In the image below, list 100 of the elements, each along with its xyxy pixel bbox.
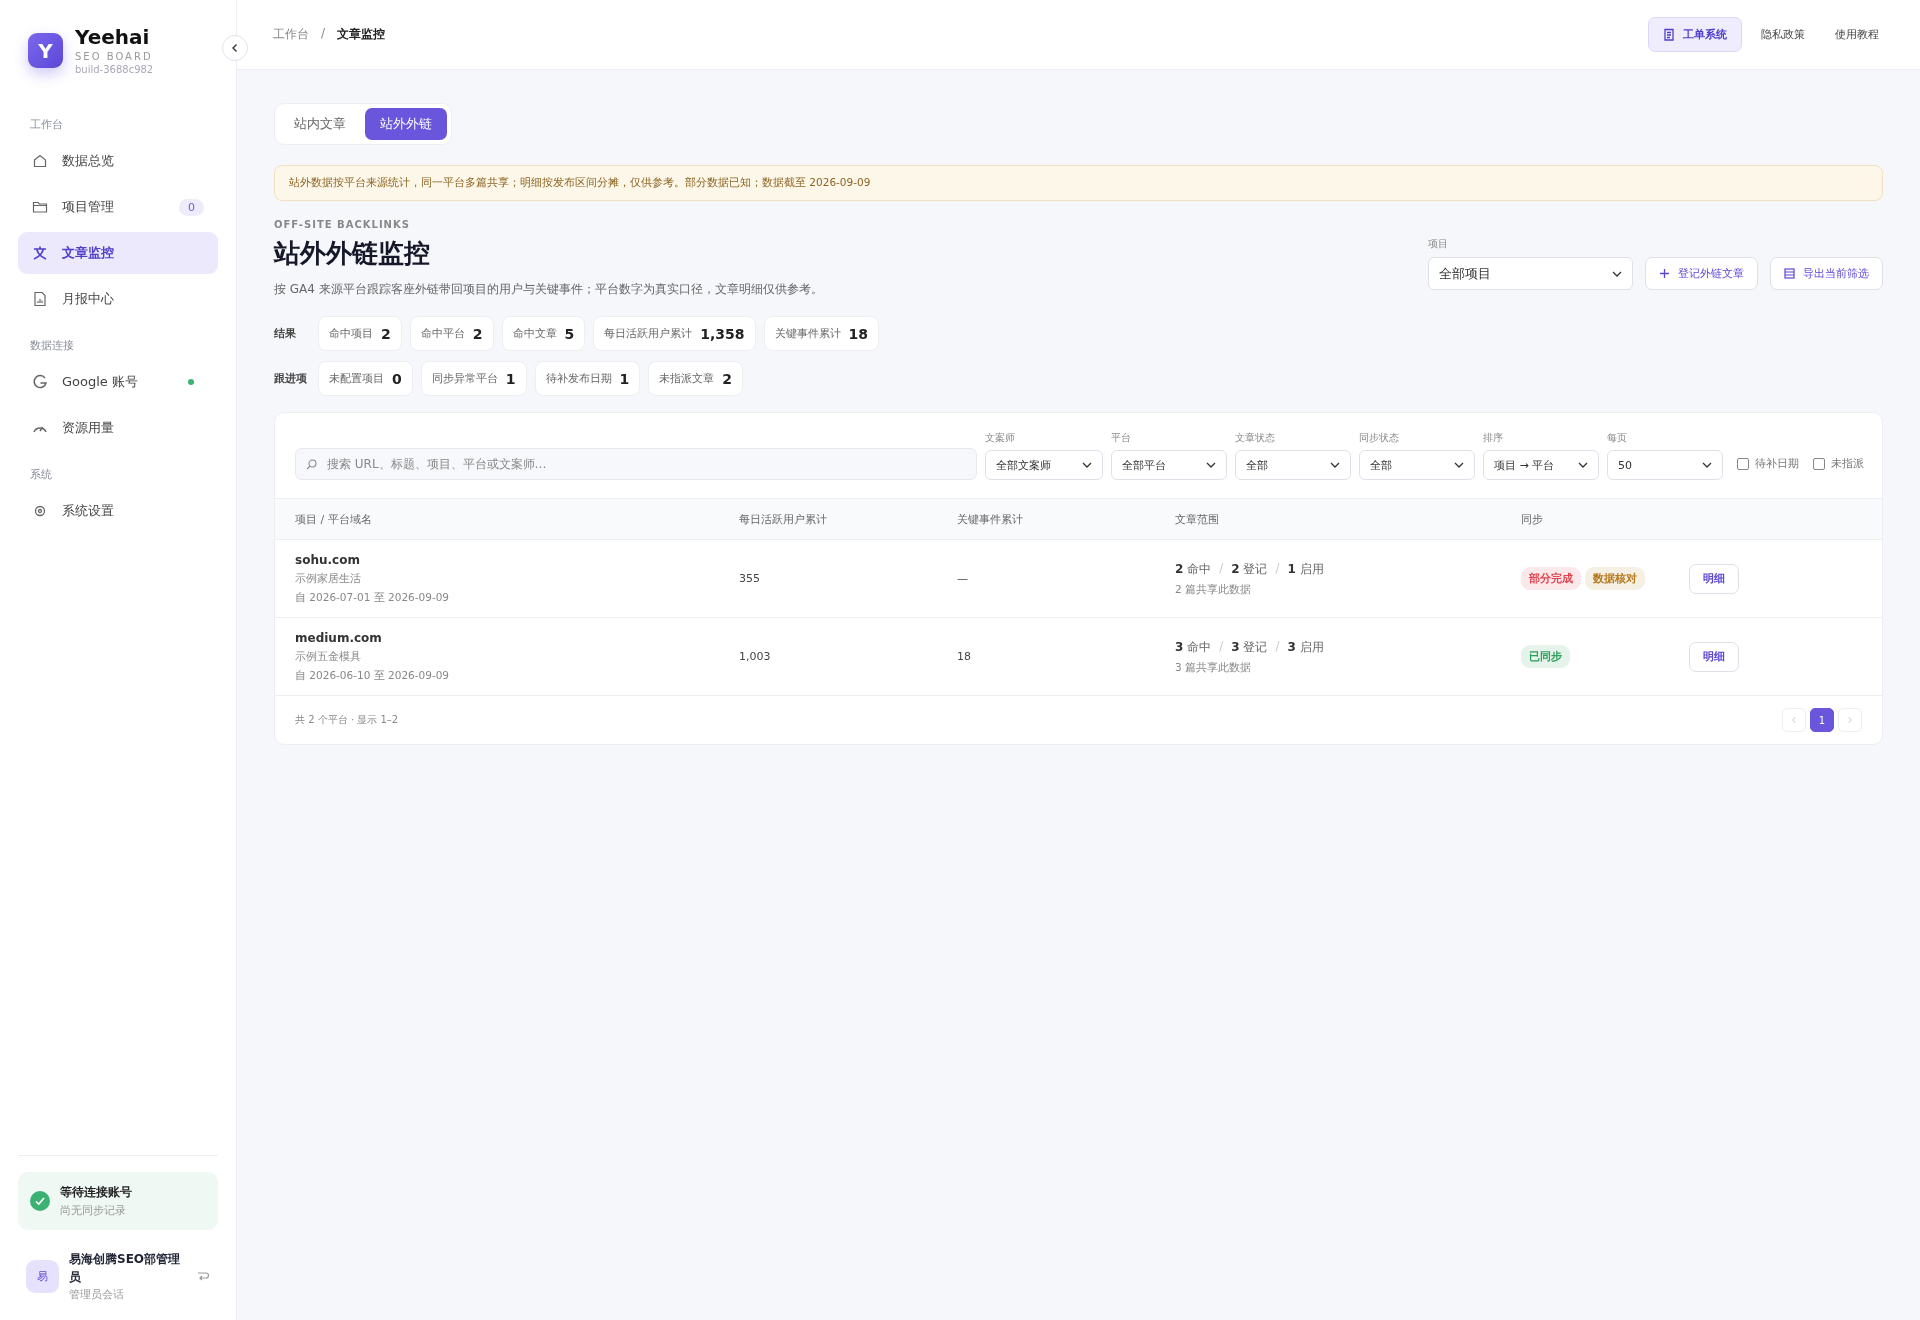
user-name: 易海创腾SEO部管理员 (69, 1251, 182, 1286)
field-label: 项目 (1428, 237, 1449, 251)
shared-note: 2 篇共享此数据 (1175, 582, 1253, 597)
register-button[interactable]: 登记外链文章 (1645, 257, 1758, 290)
count-text: 2 登记 (1231, 560, 1268, 578)
detail-button[interactable]: 明细 (1689, 641, 1739, 672)
row-label: 结果 (274, 326, 297, 341)
eyebrow-label: OFF-SITE BACKLINKS (274, 219, 411, 230)
project-name: 示例家居生活 (295, 571, 362, 586)
build-label: build-3688c982 (75, 64, 154, 75)
chevron-left-icon (1791, 716, 1797, 724)
project-name: 示例五金模具 (295, 649, 362, 664)
checkbox[interactable] (1737, 458, 1749, 470)
date-range: 自 2026-07-01 至 2026-09-09 (295, 590, 451, 605)
logo-icon: Y (28, 33, 63, 68)
clipboard-icon (1663, 28, 1675, 41)
section-title: 数据连接 (29, 338, 75, 353)
avatar: 易 (26, 1259, 59, 1293)
plus-icon (1659, 268, 1670, 279)
count-text: 3 登记 (1231, 638, 1268, 656)
checkbox-label: 未指派 (1831, 457, 1864, 471)
domain-text: sohu.com (295, 552, 361, 567)
filter-select[interactable]: 全部文案师 (985, 450, 1103, 480)
status-tag: 部分完成 (1521, 567, 1581, 590)
status-tag: 已同步 (1521, 645, 1570, 668)
shared-note: 3 篇共享此数据 (1175, 660, 1253, 675)
tab[interactable]: 站外外链 (365, 108, 447, 140)
table-cell-text: 1,003 (739, 650, 772, 663)
filter-label: 同步状态 (1359, 431, 1400, 445)
check-icon (30, 1191, 50, 1211)
checkbox-label: 待补日期 (1755, 457, 1799, 471)
pagination-summary: 共 2 个平台 · 显示 1–2 (295, 713, 399, 727)
detail-button[interactable]: 明细 (1689, 563, 1739, 594)
sidebar-item[interactable]: 资源用量 (18, 407, 218, 449)
tab[interactable]: 站内文章 (279, 108, 361, 140)
page-button[interactable]: 1 (1810, 708, 1834, 732)
breadcrumb-item: 文章监控 (337, 26, 386, 43)
stat-chip: 关键事件累计 18 (763, 316, 880, 351)
notice-banner: 站外数据按平台来源统计，同一平台多篇共享；明细按发布区间分摊，仅供参考。部分数据已知；数据截至 2026-09-09 (274, 165, 1883, 201)
column-header: 每日活跃用户累计 (739, 511, 828, 527)
breadcrumb-item[interactable]: 工作台 (273, 26, 309, 43)
chevron-down-icon (1612, 270, 1622, 277)
filter-select[interactable]: 50 (1607, 450, 1723, 480)
page-description: 按 GA4 来源平台跟踪客座外链带回项目的用户与关键事件；平台数字为真实口径，文章明细仅供参考。 (274, 281, 823, 298)
brand-subtitle: SEO BOARD (75, 51, 154, 62)
search-field[interactable]: 搜索 URL、标题、项目、平台或文案师… (295, 448, 977, 480)
header-link[interactable]: 工单系统 (1648, 17, 1742, 52)
row-label: 跟进项 (274, 371, 308, 386)
filter-select[interactable]: 全部 (1359, 450, 1475, 480)
table-icon (1784, 268, 1795, 279)
stat-chip: 未配置项目 0 (318, 361, 413, 396)
filter-label: 每页 (1607, 431, 1628, 445)
chevron-down-icon (1330, 462, 1340, 468)
collapse-button[interactable] (222, 35, 248, 61)
section-title: 系统 (29, 467, 53, 482)
chevron-right-icon (1847, 716, 1853, 724)
separator: / (1275, 638, 1280, 655)
sidebar-item[interactable]: 月报中心 (18, 278, 218, 320)
sidebar-item[interactable]: 数据总览 (18, 140, 218, 182)
count-text: 2 命中 (1175, 560, 1212, 578)
chevron-down-icon (1578, 462, 1588, 468)
google-icon (32, 374, 48, 390)
filter-label: 文案师 (985, 431, 1016, 445)
count-badge: 0 (179, 198, 204, 216)
filter-select[interactable]: 项目 → 平台 (1483, 450, 1599, 480)
column-header: 项目 / 平台域名 (295, 511, 373, 527)
character-icon (32, 245, 48, 261)
stat-chip: 待补发布日期 1 (534, 361, 641, 396)
export-button[interactable]: 导出当前筛选 (1770, 257, 1883, 290)
stat-chip: 未指派文章 2 (648, 361, 743, 396)
project-select[interactable]: 全部项目 (1428, 257, 1633, 290)
stat-chip: 命中文章 5 (501, 316, 586, 351)
header-link[interactable]: 隐私政策 (1750, 17, 1816, 52)
separator: / (1275, 560, 1280, 577)
sidebar-item[interactable]: 系统设置 (18, 490, 218, 532)
brand-name: Yeehai (75, 26, 151, 48)
filter-select[interactable]: 全部平台 (1111, 450, 1227, 480)
table-cell-text: 355 (739, 572, 761, 585)
sidebar-item[interactable]: 项目管理 0 (18, 186, 218, 228)
status-title: 等待连接账号 (60, 1184, 132, 1201)
filter-label: 文章状态 (1235, 431, 1276, 445)
page-title: 站外外链监控 (274, 237, 431, 270)
user-role: 管理员会话 (69, 1288, 125, 1302)
count-text: 3 启用 (1287, 638, 1324, 656)
filter-select[interactable]: 全部 (1235, 450, 1351, 480)
section-title: 工作台 (29, 117, 64, 132)
stat-chip: 同步异常平台 1 (420, 361, 527, 396)
separator: / (1219, 560, 1224, 577)
chevron-down-icon (1082, 462, 1092, 468)
stat-chip: 命中项目 2 (318, 316, 402, 351)
settings-icon (32, 503, 48, 519)
table-cell-text: — (957, 572, 969, 585)
breadcrumb-separator: / (321, 26, 326, 42)
sidebar-item[interactable]: Google 账号 (18, 361, 218, 403)
sidebar-item[interactable]: 文章监控 (18, 232, 218, 274)
header-link[interactable]: 使用教程 (1824, 17, 1890, 52)
column-header: 文章范围 (1175, 511, 1220, 527)
checkbox[interactable] (1813, 458, 1825, 470)
table-cell-text: 18 (957, 650, 972, 663)
column-header: 同步 (1521, 511, 1544, 527)
